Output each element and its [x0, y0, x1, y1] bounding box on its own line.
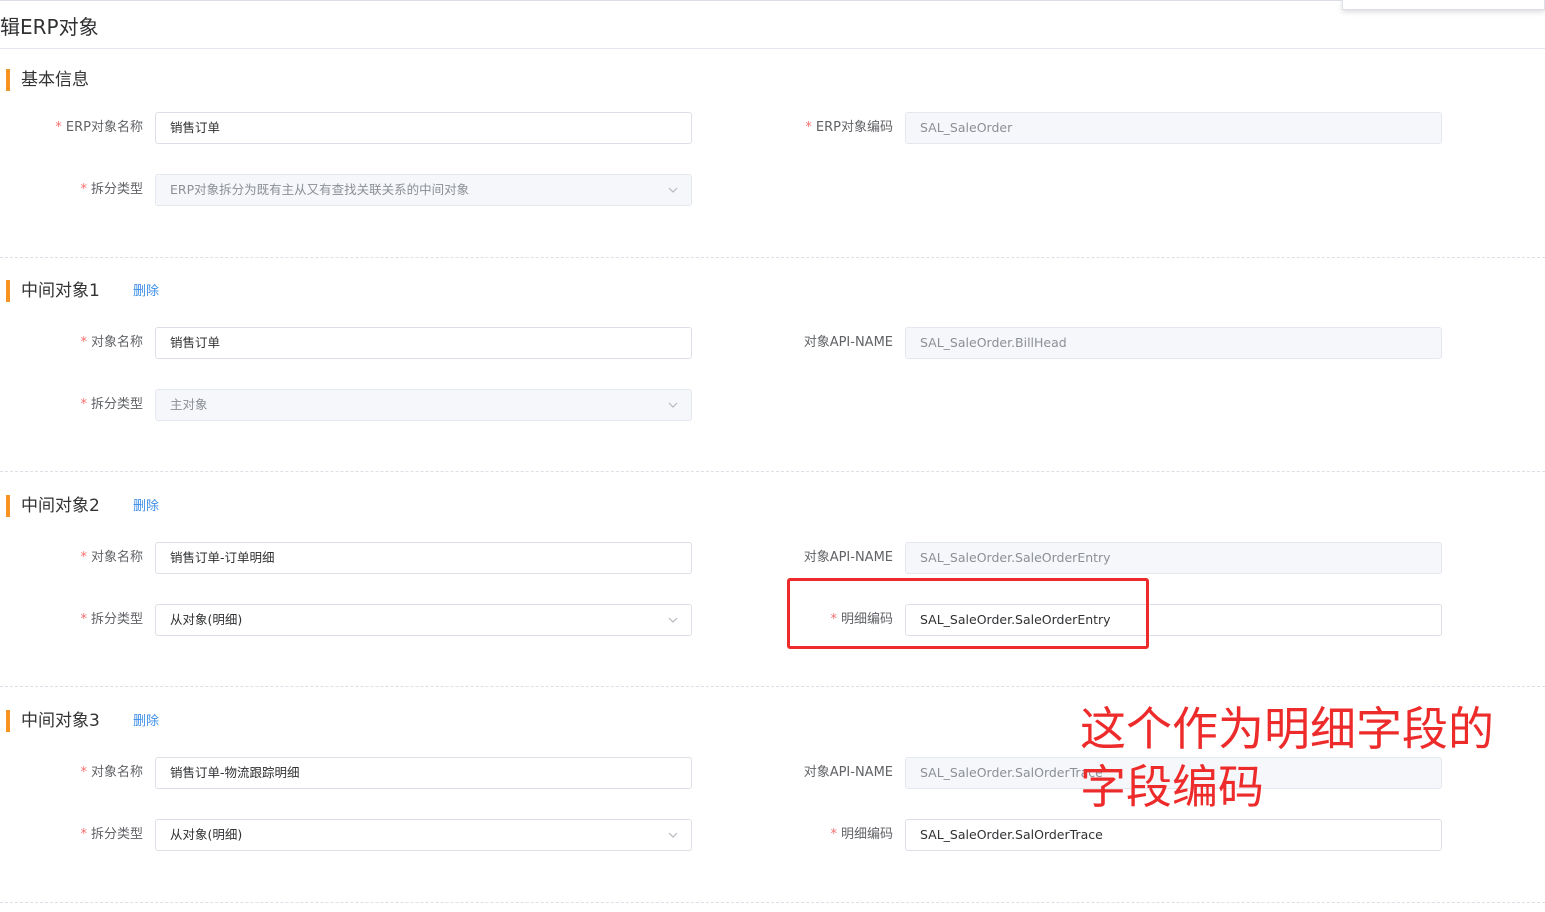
mid1-split-value: 主对象 — [170, 397, 208, 412]
required-mark: * — [805, 120, 812, 135]
chevron-down-icon — [667, 399, 679, 411]
section-accent-bar — [6, 710, 10, 732]
mid1-split-select: 主对象 — [155, 389, 692, 421]
section-accent-bar — [6, 495, 10, 517]
highlight-box — [787, 578, 1149, 649]
mid3-api-label: 对象API-NAME — [803, 765, 893, 780]
split-type-select: ERP对象拆分为既有主从又有查找关联关系的中间对象 — [155, 174, 692, 206]
mid2-split-select[interactable]: 从对象(明细) — [155, 604, 692, 636]
chevron-down-icon — [667, 829, 679, 841]
mid2-name-input[interactable]: 销售订单-订单明细 — [155, 542, 692, 574]
erp-name-input[interactable]: 销售订单 — [155, 112, 692, 144]
mid3-name-label: * 对象名称 — [80, 765, 143, 780]
split-type-value: ERP对象拆分为既有主从又有查找关联关系的中间对象 — [170, 182, 470, 197]
delete-mid3-link[interactable]: 删除 — [133, 711, 159, 733]
page-title: 辑ERP对象 — [0, 15, 99, 39]
section-title-mid2: 中间对象2 — [21, 496, 100, 516]
erp-code-input: SAL_SaleOrder — [905, 112, 1442, 144]
required-mark: * — [80, 550, 87, 565]
annotation-text: 这个作为明细字段的字段编码 — [1080, 702, 1494, 814]
delete-mid2-link[interactable]: 删除 — [133, 496, 159, 518]
mid2-api-input: SAL_SaleOrder.SaleOrderEntry — [905, 542, 1442, 574]
section-title-mid3: 中间对象3 — [21, 711, 100, 731]
required-mark: * — [80, 827, 87, 842]
section-divider — [0, 686, 1545, 687]
window-top-edge — [0, 0, 1545, 3]
section-divider — [0, 257, 1545, 258]
mid1-split-label: * 拆分类型 — [80, 397, 143, 412]
split-type-label: * 拆分类型 — [80, 182, 143, 197]
section-accent-bar — [6, 69, 10, 91]
erp-name-label: * ERP对象名称 — [55, 120, 143, 135]
section-divider — [0, 902, 1545, 903]
chevron-down-icon — [667, 614, 679, 626]
required-mark: * — [80, 182, 87, 197]
required-mark: * — [55, 120, 62, 135]
mid3-name-input[interactable]: 销售订单-物流跟踪明细 — [155, 757, 692, 789]
required-mark: * — [80, 335, 87, 350]
section-title-basic: 基本信息 — [21, 70, 89, 90]
mid2-name-label: * 对象名称 — [80, 550, 143, 565]
required-mark: * — [830, 827, 837, 842]
mid1-name-input[interactable]: 销售订单 — [155, 327, 692, 359]
mid1-api-input: SAL_SaleOrder.BillHead — [905, 327, 1442, 359]
required-mark: * — [80, 765, 87, 780]
required-mark: * — [80, 612, 87, 627]
mid3-detail-input[interactable]: SAL_SaleOrder.SalOrderTrace — [905, 819, 1442, 851]
chevron-down-icon — [667, 184, 679, 196]
mid2-api-label: 对象API-NAME — [803, 550, 893, 565]
mid1-name-label: * 对象名称 — [80, 335, 143, 350]
section-title-mid1: 中间对象1 — [21, 281, 100, 301]
mid3-detail-label: * 明细编码 — [830, 827, 893, 842]
section-divider — [0, 471, 1545, 472]
erp-code-label: * ERP对象编码 — [805, 120, 893, 135]
mid3-split-label: * 拆分类型 — [80, 827, 143, 842]
mid1-api-label: 对象API-NAME — [803, 335, 893, 350]
dropdown-popover-fragment — [1342, 0, 1545, 10]
mid2-split-value: 从对象(明细) — [170, 612, 243, 627]
delete-mid1-link[interactable]: 删除 — [133, 281, 159, 303]
mid3-split-select[interactable]: 从对象(明细) — [155, 819, 692, 851]
title-divider — [0, 48, 1545, 49]
mid2-split-label: * 拆分类型 — [80, 612, 143, 627]
required-mark: * — [80, 397, 87, 412]
section-accent-bar — [6, 280, 10, 302]
mid3-split-value: 从对象(明细) — [170, 827, 243, 842]
